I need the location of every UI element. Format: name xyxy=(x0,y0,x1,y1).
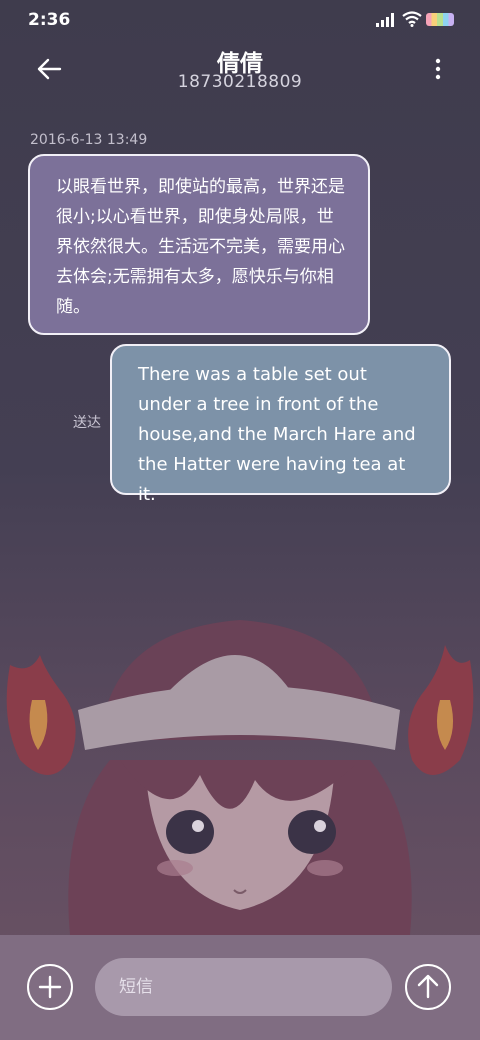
wifi-icon xyxy=(402,11,422,27)
message-composer xyxy=(0,935,480,1040)
send-button[interactable] xyxy=(405,964,451,1010)
message-timestamp: 2016-6-13 13:49 xyxy=(30,132,148,148)
background-character-illustration xyxy=(6,620,474,935)
received-message-text: 以眼看世界，即使站的最高，世界还是很小;以心看世界，即使身处局限，世界依然很大。… xyxy=(56,177,345,317)
battery-icon xyxy=(426,13,454,26)
status-time: 2:36 xyxy=(28,10,71,30)
signal-icon xyxy=(376,13,394,27)
sent-message-text: There was a table set out under a tree i… xyxy=(138,364,416,505)
delivery-status: 送达 xyxy=(73,415,101,431)
sent-message-bubble[interactable]: There was a table set out under a tree i… xyxy=(110,344,451,505)
conversation-header: 倩倩 18730218809 xyxy=(0,40,480,100)
plus-icon xyxy=(38,975,62,999)
arrow-up-icon xyxy=(417,974,439,999)
more-vertical-icon[interactable] xyxy=(434,58,442,80)
contact-phone: 18730218809 xyxy=(177,72,303,92)
status-bar: 2:36 xyxy=(0,0,480,40)
message-input[interactable] xyxy=(95,958,392,1016)
received-message-bubble[interactable]: 以眼看世界，即使站的最高，世界还是很小;以心看世界，即使身处局限，世界依然很大。… xyxy=(28,154,370,335)
add-attachment-button[interactable] xyxy=(27,964,73,1010)
